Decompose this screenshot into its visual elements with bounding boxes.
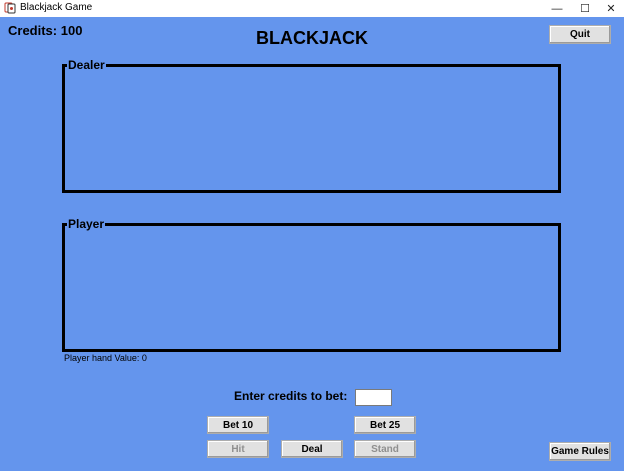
game-title: BLACKJACK [256,28,368,48]
deal-button[interactable]: Deal [281,440,343,458]
window-title: Blackjack Game [20,2,93,13]
bet-25-button[interactable]: Bet 25 [354,416,416,434]
window-titlebar: Blackjack Game — ☐ ✕ [0,0,624,17]
maximize-button[interactable]: ☐ [571,0,599,17]
bet-10-button[interactable]: Bet 10 [207,416,269,434]
dealer-hand-area: Dealer [62,58,561,193]
dealer-label: Dealer [67,58,106,72]
bet-prompt-label: Enter credits to bet: [234,389,348,403]
blackjack-app-icon [4,2,16,14]
hit-button[interactable]: Hit [207,440,269,458]
player-hand-area: Player [62,217,561,352]
game-table: Credits: 100 BLACKJACK Quit Dealer Playe… [0,17,624,471]
game-rules-button[interactable]: Game Rules [549,442,611,461]
bet-amount-input[interactable] [355,389,392,406]
player-label: Player [67,217,106,231]
quit-button[interactable]: Quit [549,25,611,44]
minimize-button[interactable]: — [543,0,571,17]
close-button[interactable]: ✕ [597,0,624,17]
player-hand-value: Player hand Value: 0 [64,353,147,363]
stand-button[interactable]: Stand [354,440,416,458]
